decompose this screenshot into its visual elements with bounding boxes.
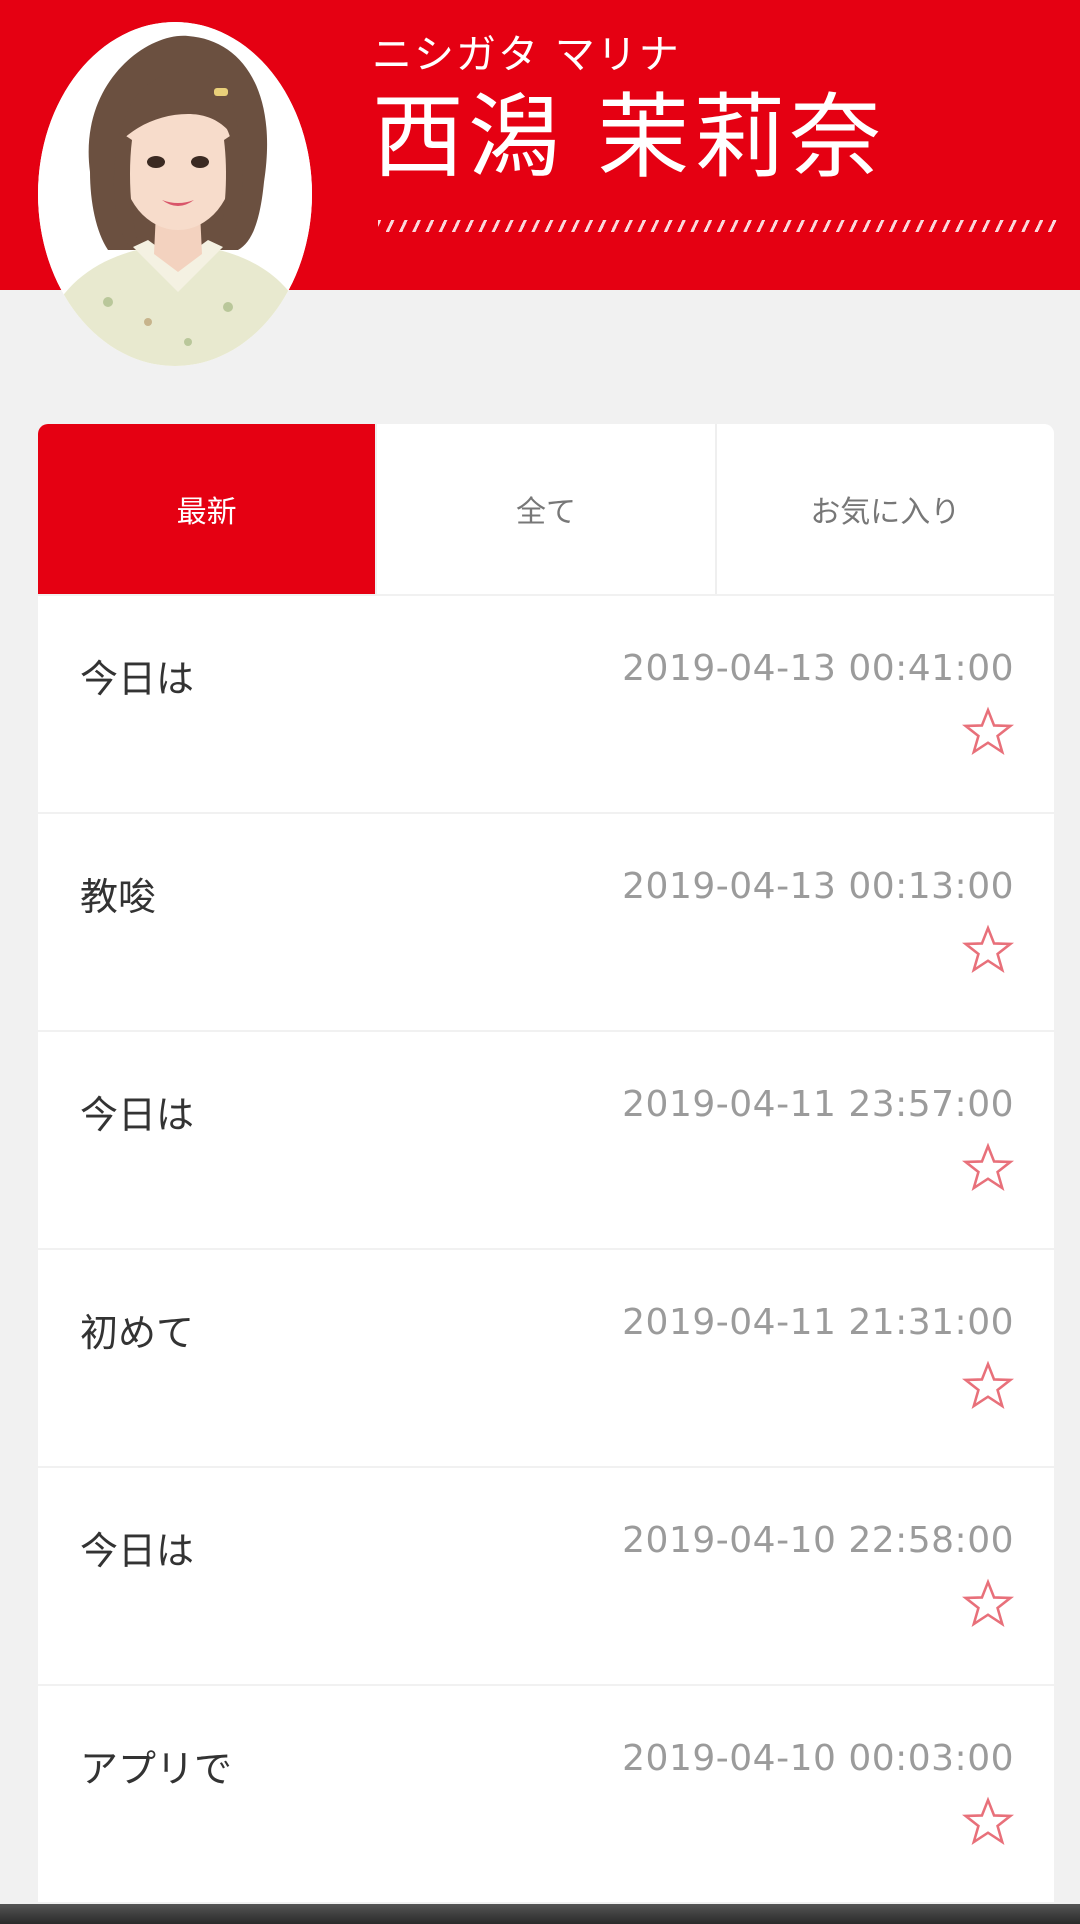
profile-name-kana: ニシガタ マリナ	[372, 32, 681, 78]
post-date: 2019-04-13 00:41:00	[622, 648, 1014, 689]
avatar-photo	[38, 22, 312, 366]
post-list: 今日は 2019-04-13 00:41:00 教唆 2019-04-13 00…	[38, 596, 1054, 1904]
profile-name: 西潟 茉莉奈	[372, 84, 886, 191]
post-date: 2019-04-10 00:03:00	[622, 1738, 1014, 1779]
tab-favorites[interactable]: お気に入り	[716, 424, 1054, 594]
list-item[interactable]: 今日は 2019-04-13 00:41:00	[38, 596, 1054, 812]
list-item[interactable]: 今日は 2019-04-10 22:58:00	[38, 1468, 1054, 1684]
tab-all[interactable]: 全て	[377, 424, 717, 594]
tab-latest[interactable]: 最新	[38, 424, 378, 594]
star-outline-icon[interactable]	[960, 1358, 1016, 1414]
avatar[interactable]	[38, 22, 312, 366]
list-item[interactable]: 今日は 2019-04-11 23:57:00	[38, 1032, 1054, 1248]
list-item[interactable]: アプリで 2019-04-10 00:03:00	[38, 1686, 1054, 1902]
post-date: 2019-04-11 21:31:00	[622, 1302, 1014, 1343]
post-title: 教唆	[80, 875, 157, 919]
star-outline-icon[interactable]	[960, 1794, 1016, 1850]
star-outline-icon[interactable]	[960, 704, 1016, 760]
post-title: 今日は	[80, 657, 195, 701]
star-outline-icon[interactable]	[960, 1576, 1016, 1632]
post-title: アプリで	[80, 1747, 233, 1791]
list-item[interactable]: 教唆 2019-04-13 00:13:00	[38, 814, 1054, 1030]
post-title: 今日は	[80, 1093, 195, 1137]
star-outline-icon[interactable]	[960, 1140, 1016, 1196]
star-outline-icon[interactable]	[960, 922, 1016, 978]
header-stripe-decoration	[378, 220, 1058, 232]
list-item[interactable]: 初めて 2019-04-11 21:31:00	[38, 1250, 1054, 1466]
screen: ニシガタ マリナ 西潟 茉莉奈 最新 全て お気に入り 今日は 2019-04-…	[0, 0, 1080, 1924]
post-title: 初めて	[80, 1311, 195, 1355]
post-date: 2019-04-13 00:13:00	[622, 866, 1014, 907]
tab-bar: 最新 全て お気に入り	[38, 424, 1054, 594]
post-date: 2019-04-10 22:58:00	[622, 1520, 1014, 1561]
post-title: 今日は	[80, 1529, 195, 1573]
bottom-edge	[0, 1904, 1080, 1924]
post-date: 2019-04-11 23:57:00	[622, 1084, 1014, 1125]
